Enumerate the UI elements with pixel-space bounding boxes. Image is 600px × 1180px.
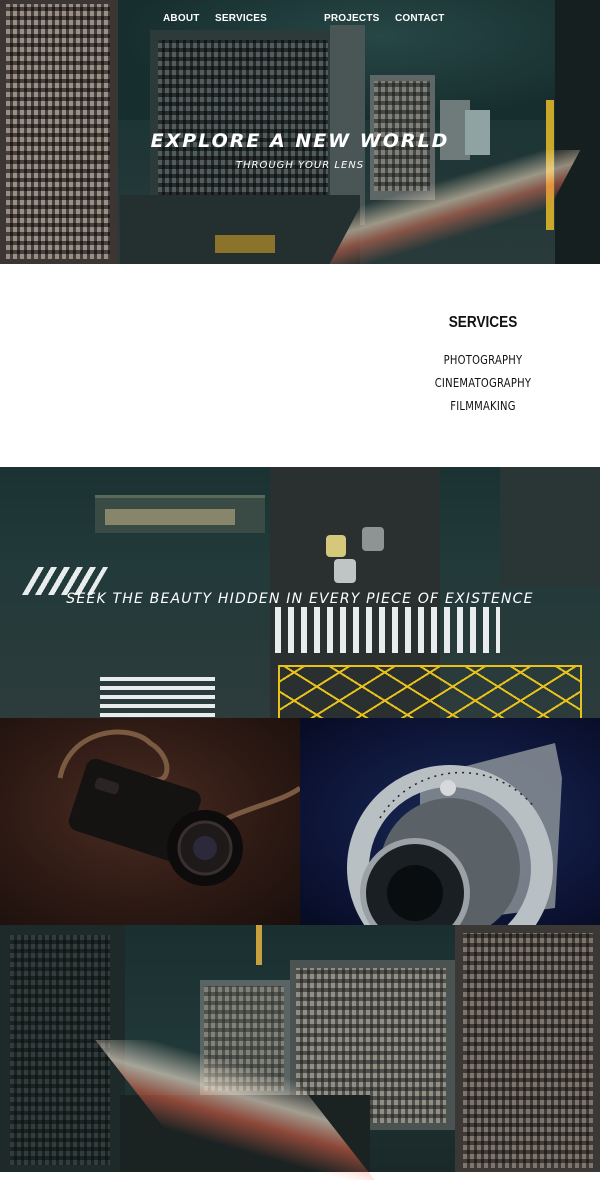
hero-title: EXPLORE A NEW WORLD [150, 130, 450, 152]
nav-contact-link[interactable]: CONTACT [395, 13, 445, 24]
vintage-camera-knob [440, 780, 456, 796]
hero-center-tower-windows [158, 40, 328, 210]
nav-services-link[interactable]: SERVICES [215, 13, 267, 24]
main-nav: ABOUT SERVICES PROJECTS CONTACT [0, 13, 600, 29]
services-heading: SERVICES [448, 314, 518, 331]
service-item-photography: PHOTOGRAPHY [443, 352, 523, 367]
canon-camera-image [0, 718, 300, 925]
vintage-camera-image [300, 718, 600, 925]
city-tower-antenna [256, 925, 262, 965]
crosswalk-right-building [500, 467, 600, 587]
vintage-camera-lens-center [387, 865, 443, 921]
services-section: SERVICES PHOTOGRAPHY CINEMATOGRAPHY FILM… [0, 264, 600, 467]
hero-lower-block [120, 195, 360, 264]
nav-projects-link[interactable]: PROJECTS [324, 13, 380, 24]
city-right-tower [455, 925, 600, 1172]
service-item-cinematography: CINEMATOGRAPHY [434, 375, 532, 390]
crosswalk-lit-shops [105, 509, 235, 525]
hero-lit-windows [215, 235, 275, 253]
canon-camera-illustration [57, 729, 300, 886]
nav-about-link[interactable]: ABOUT [163, 13, 200, 24]
camera-lens-glass [193, 836, 217, 860]
city-left-building-windows [10, 935, 110, 1165]
crosswalk-car-3 [362, 527, 384, 551]
crosswalk-main-stripes [275, 607, 500, 653]
crosswalk-car-2 [334, 559, 356, 583]
crosswalk-image-banner: SEEK THE BEAUTY HIDDEN IN EVERY PIECE OF… [0, 467, 600, 718]
service-item-filmmaking: FILMMAKING [450, 398, 516, 413]
crosswalk-lower-left-stripes [100, 675, 215, 717]
crosswalk-car-1 [326, 535, 346, 557]
city-right-tower-windows [463, 933, 593, 1168]
vintage-camera-illustration [347, 743, 562, 925]
crosswalk-yellow-box-junction [278, 665, 582, 718]
crosswalk-quote: SEEK THE BEAUTY HIDDEN IN EVERY PIECE OF… [66, 591, 534, 607]
hero-subtitle: THROUGH YOUR LENS [235, 160, 365, 171]
hero-banner: ABOUT SERVICES PROJECTS CONTACT EXPLORE … [0, 0, 600, 264]
services-list: PHOTOGRAPHY CINEMATOGRAPHY FILMMAKING [420, 348, 546, 417]
